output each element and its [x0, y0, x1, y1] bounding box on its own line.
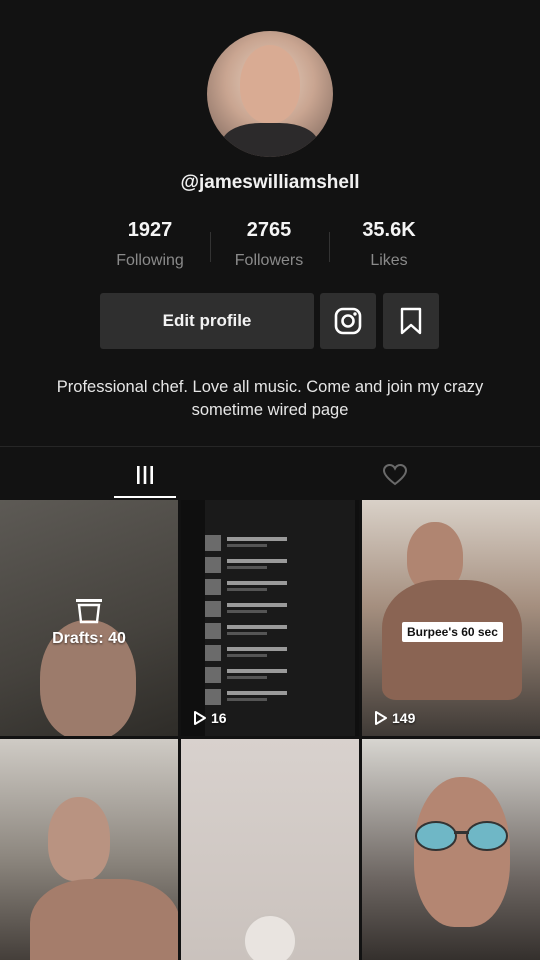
video-thumbnail[interactable]: 16	[181, 500, 359, 736]
play-icon	[375, 711, 387, 725]
thumbnail-body	[30, 879, 178, 960]
stat-likes[interactable]: 35.6K Likes	[329, 219, 449, 270]
stat-following-value: 1927	[127, 219, 173, 241]
instagram-button[interactable]	[320, 293, 376, 349]
grid-icon	[137, 466, 153, 484]
bookmark-icon	[400, 307, 422, 335]
video-thumbnail[interactable]	[181, 739, 359, 960]
favorites-button[interactable]	[383, 293, 439, 349]
username: @jameswilliamshell	[180, 172, 360, 193]
tab-liked[interactable]	[364, 452, 426, 498]
stat-likes-value: 35.6K	[362, 219, 416, 241]
thumbnail-row	[205, 666, 335, 686]
view-count-value: 16	[211, 710, 227, 726]
heart-icon	[382, 463, 408, 486]
thumbnail-person	[48, 797, 110, 881]
avatar-shirt	[222, 123, 318, 157]
view-count: 16	[193, 710, 227, 726]
stat-following[interactable]: 1927 Following	[90, 219, 210, 270]
sunglasses	[415, 821, 508, 851]
thumbnail-row	[205, 600, 335, 620]
thumbnail-row	[205, 578, 335, 598]
view-count-value: 149	[392, 710, 416, 726]
video-thumbnail[interactable]: Burpee's 60 sec 149	[362, 500, 540, 736]
stat-followers-label: Followers	[234, 252, 304, 269]
thumbnail-row	[205, 556, 335, 576]
stat-followers[interactable]: 2765 Followers	[209, 219, 329, 270]
drafts-cell[interactable]: Drafts: 40	[0, 500, 178, 736]
tabs-divider	[0, 446, 540, 447]
thumbnail-row	[205, 688, 335, 708]
video-thumbnail[interactable]	[362, 739, 540, 960]
text-sticker: Burpee's 60 sec	[402, 622, 503, 642]
stat-following-label: Following	[116, 252, 184, 269]
thumbnail-row	[205, 534, 335, 554]
tab-videos[interactable]	[114, 452, 176, 498]
thumbnail-object	[243, 914, 297, 960]
profile-avatar[interactable]	[207, 31, 333, 157]
profile-bio: Professional chef. Love all music. Come …	[56, 378, 484, 419]
edit-profile-button[interactable]: Edit profile	[100, 293, 314, 349]
stat-followers-value: 2765	[246, 219, 292, 241]
play-icon	[194, 711, 206, 725]
active-tab-indicator	[114, 496, 176, 498]
video-thumbnail[interactable]	[0, 739, 178, 960]
thumbnail-row	[205, 622, 335, 642]
thumbnail-row	[205, 644, 335, 664]
stat-likes-label: Likes	[370, 252, 408, 269]
view-count: 149	[374, 710, 415, 726]
drafts-label: Drafts: 40	[52, 630, 126, 647]
drafts-icon	[76, 599, 102, 624]
avatar-face	[240, 45, 300, 123]
instagram-icon	[334, 307, 362, 335]
